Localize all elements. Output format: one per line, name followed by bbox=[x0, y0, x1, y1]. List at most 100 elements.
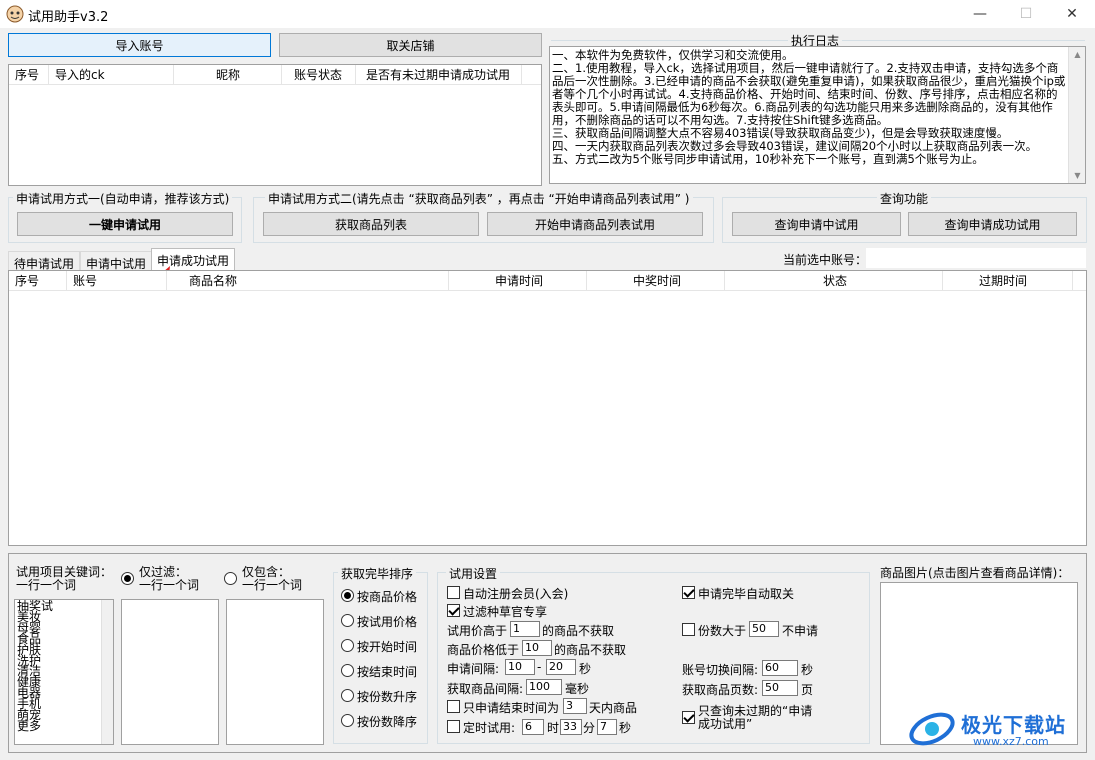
col-header-nickname[interactable]: 昵称 bbox=[174, 65, 282, 85]
keywords-title: 试用项目关键词： 一行一个词 bbox=[16, 565, 113, 592]
sort-label-copies-desc: 按份数降序 bbox=[357, 715, 418, 729]
price-low-suffix: 的商品不获取 bbox=[554, 643, 627, 657]
sort-label-copies-asc: 按份数升序 bbox=[357, 690, 418, 704]
only-filter-label: 仅过滤： 一行一个词 bbox=[139, 565, 200, 592]
price-low-input[interactable]: 10 bbox=[522, 640, 552, 656]
settings-title: 试用设置 bbox=[446, 565, 501, 582]
start-list-apply-button[interactable]: 开始申请商品列表试用 bbox=[487, 212, 703, 236]
sort-radio-end-time[interactable] bbox=[341, 664, 354, 677]
sort-radio-trial-price[interactable] bbox=[341, 614, 354, 627]
col-header-apply-time[interactable]: 申请时间 bbox=[449, 271, 587, 291]
timed-second-unit: 秒 bbox=[619, 721, 632, 735]
log-text: 一、本软件为免费软件，仅供学习和交流使用。 二、1.使用教程，导入ck，选择试用… bbox=[552, 48, 1066, 166]
window-title: 试用助手v3.2 bbox=[28, 10, 109, 25]
end-within-prefix: 只申请结束时间为 bbox=[463, 701, 560, 715]
price-high-suffix: 的商品不获取 bbox=[542, 624, 615, 638]
pages-unit: 页 bbox=[801, 683, 814, 697]
watermark-logo-icon bbox=[909, 712, 955, 746]
current-account-label: 当前选中账号： bbox=[783, 253, 868, 267]
close-button[interactable]: ✕ bbox=[1049, 0, 1095, 28]
pages-label: 获取商品页数: bbox=[682, 683, 759, 697]
sort-radio-start-time[interactable] bbox=[341, 639, 354, 652]
interval-dash: - bbox=[537, 660, 542, 674]
sort-label-product-price: 按商品价格 bbox=[357, 590, 418, 604]
keywords-scrollbar[interactable] bbox=[101, 600, 113, 744]
col-header-product-name[interactable]: 商品名称 bbox=[167, 271, 449, 291]
get-product-list-button[interactable]: 获取商品列表 bbox=[263, 212, 479, 236]
maximize-button[interactable]: ☐ bbox=[1003, 0, 1049, 28]
price-high-prefix: 试用价高于 bbox=[447, 624, 508, 638]
timed-hour-input[interactable]: 6 bbox=[522, 719, 544, 735]
fetch-interval-unit: 毫秒 bbox=[565, 682, 590, 696]
fetch-interval-label: 获取商品间隔: bbox=[447, 682, 524, 696]
col-header-expire-time[interactable]: 过期时间 bbox=[943, 271, 1073, 291]
auto-register-label: 自动注册会员(入会) bbox=[463, 587, 569, 601]
keywords-list[interactable]: 抽奖试 美妆 母婴 食品 护肤 洗护 清洁 健康 电器 手机 萌宠 更多 bbox=[14, 599, 114, 745]
end-within-suffix: 天内商品 bbox=[589, 701, 638, 715]
only-unexpired-label: 只查询未过期的“申请 成功试用” bbox=[698, 704, 813, 731]
minimize-button[interactable]: — bbox=[957, 0, 1003, 28]
accounts-table[interactable]: 序号 导入的ck 昵称 账号状态 是否有未过期申请成功试用 bbox=[8, 64, 542, 186]
one-click-apply-button[interactable]: 一键申请试用 bbox=[17, 212, 233, 236]
only-include-label: 仅包含： 一行一个词 bbox=[242, 565, 303, 592]
price-high-input[interactable]: 1 bbox=[510, 621, 540, 637]
filter-seed-label: 过滤种草官专享 bbox=[463, 605, 548, 619]
only-include-list[interactable] bbox=[226, 599, 324, 745]
interval-max-input[interactable]: 20 bbox=[546, 659, 576, 675]
scroll-up-icon[interactable]: ▲ bbox=[1069, 50, 1086, 59]
col-header-ck[interactable]: 导入的ck bbox=[49, 65, 174, 85]
unfollow-shops-button[interactable]: 取关店铺 bbox=[279, 33, 542, 57]
col-header-account-status[interactable]: 账号状态 bbox=[282, 65, 356, 85]
app-logo-icon bbox=[6, 5, 24, 23]
watermark-url: www.xz7.com bbox=[973, 735, 1049, 748]
interval-min-input[interactable]: 10 bbox=[505, 659, 535, 675]
switch-interval-label: 账号切换间隔: bbox=[682, 663, 759, 677]
col-header-unexpired-success[interactable]: 是否有未过期申请成功试用 bbox=[356, 65, 522, 85]
result-table-header: 序号 账号 商品名称 申请时间 中奖时间 状态 过期时间 bbox=[9, 271, 1086, 291]
end-within-input[interactable]: 3 bbox=[563, 698, 587, 714]
query-applying-button[interactable]: 查询申请中试用 bbox=[732, 212, 901, 236]
fetch-interval-input[interactable]: 100 bbox=[526, 679, 562, 695]
pages-input[interactable]: 50 bbox=[762, 680, 798, 696]
switch-interval-input[interactable]: 60 bbox=[762, 660, 798, 676]
col-header-index[interactable]: 序号 bbox=[9, 65, 49, 85]
tab-pending[interactable]: 待申请试用 bbox=[8, 251, 81, 271]
timed-second-input[interactable]: 7 bbox=[597, 719, 617, 735]
import-accounts-button[interactable]: 导入账号 bbox=[8, 33, 271, 57]
sort-radio-copies-desc[interactable] bbox=[341, 714, 354, 727]
copies-limit-checkbox[interactable] bbox=[682, 623, 695, 636]
col-header-status[interactable]: 状态 bbox=[725, 271, 943, 291]
auto-unfollow-checkbox[interactable] bbox=[682, 586, 695, 599]
only-filter-list[interactable] bbox=[121, 599, 219, 745]
query-success-button[interactable]: 查询申请成功试用 bbox=[908, 212, 1077, 236]
result-table[interactable]: 序号 账号 商品名称 申请时间 中奖时间 状态 过期时间 bbox=[8, 270, 1087, 546]
auto-register-checkbox[interactable] bbox=[447, 586, 460, 599]
timed-hour-unit: 时 bbox=[547, 721, 560, 735]
end-within-checkbox[interactable] bbox=[447, 700, 460, 713]
only-include-radio[interactable] bbox=[224, 572, 237, 585]
copies-prefix: 份数大于 bbox=[698, 624, 747, 638]
only-filter-radio[interactable] bbox=[121, 572, 134, 585]
only-unexpired-checkbox[interactable] bbox=[682, 711, 695, 724]
timed-apply-checkbox[interactable] bbox=[447, 720, 460, 733]
log-scrollbar[interactable]: ▲ ▼ bbox=[1068, 47, 1085, 183]
timed-minute-input[interactable]: 33 bbox=[560, 719, 582, 735]
filter-seed-checkbox[interactable] bbox=[447, 604, 460, 617]
interval-label: 申请间隔: bbox=[447, 662, 500, 676]
switch-interval-unit: 秒 bbox=[801, 663, 814, 677]
sort-label-start-time: 按开始时间 bbox=[357, 640, 418, 654]
query-title: 查询功能 bbox=[877, 190, 932, 207]
list-item[interactable]: 更多 bbox=[15, 720, 113, 732]
copies-input[interactable]: 50 bbox=[749, 621, 779, 637]
current-account-field bbox=[866, 248, 1086, 268]
timed-minute-unit: 分 bbox=[583, 721, 596, 735]
col-header-win-time[interactable]: 中奖时间 bbox=[587, 271, 725, 291]
scroll-down-icon[interactable]: ▼ bbox=[1069, 171, 1086, 180]
sort-radio-copies-asc[interactable] bbox=[341, 689, 354, 702]
col-header-account[interactable]: 账号 bbox=[67, 271, 167, 291]
col-header-index[interactable]: 序号 bbox=[9, 271, 67, 291]
product-image-title: 商品图片(点击图片查看商品详情)： bbox=[880, 566, 1070, 580]
keywords-items: 抽奖试 美妆 母婴 食品 护肤 洗护 清洁 健康 电器 手机 萌宠 更多 bbox=[15, 600, 113, 732]
sort-radio-product-price[interactable] bbox=[341, 589, 354, 602]
sort-title: 获取完毕排序 bbox=[338, 565, 417, 582]
